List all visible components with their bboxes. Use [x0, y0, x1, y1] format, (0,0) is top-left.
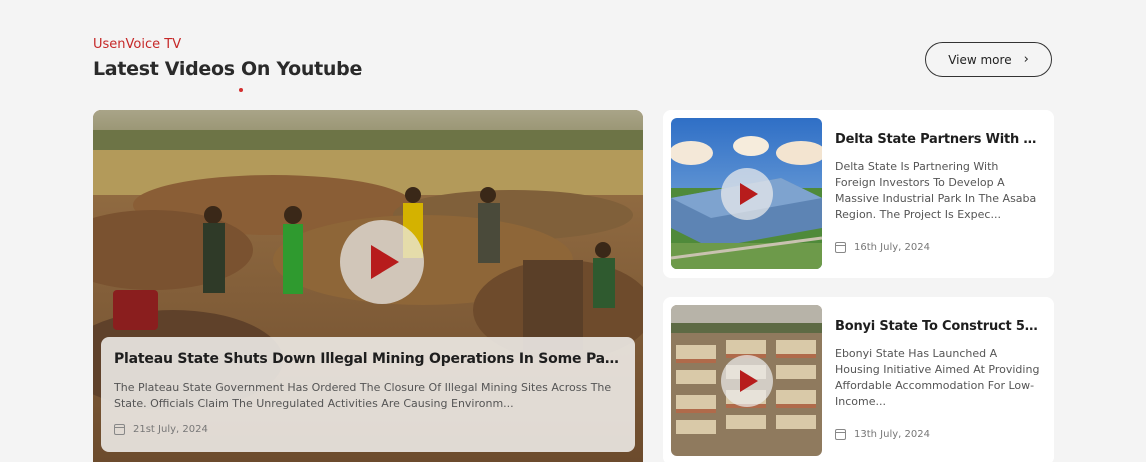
play-button[interactable] [340, 220, 424, 304]
play-icon [740, 183, 758, 205]
section-title: Latest Videos On Youtube [93, 58, 363, 80]
chevron-right-icon: › [1023, 52, 1029, 67]
video-thumbnail [671, 305, 822, 456]
calendar-icon [114, 424, 125, 435]
video-title: Delta State Partners With Fore... [835, 132, 1043, 147]
video-card[interactable]: Delta State Partners With Fore... Delta … [663, 110, 1054, 278]
video-date: 16th July, 2024 [854, 242, 930, 253]
play-icon [740, 370, 758, 392]
play-icon [371, 245, 399, 279]
video-card[interactable]: Bonyi State To Construct 500... Ebonyi S… [663, 297, 1054, 462]
play-button[interactable] [721, 355, 773, 407]
featured-description: The Plateau State Government Has Ordered… [114, 381, 612, 410]
view-more-label: View more [948, 52, 1012, 67]
view-more-button[interactable]: View more › [925, 42, 1052, 77]
featured-title: Plateau State Shuts Down Illegal Mining … [114, 351, 622, 367]
calendar-icon [835, 242, 846, 253]
calendar-icon [835, 429, 846, 440]
featured-date-row: 21st July, 2024 [114, 424, 622, 435]
section-eyebrow: UsenVoice TV [93, 37, 182, 52]
featured-date: 21st July, 2024 [133, 424, 208, 435]
video-description: Ebonyi State Has Launched A Housing Init… [835, 347, 1040, 408]
video-date-row: 16th July, 2024 [835, 242, 930, 253]
featured-caption: Plateau State Shuts Down Illegal Mining … [101, 337, 635, 452]
play-button[interactable] [721, 168, 773, 220]
video-date: 13th July, 2024 [854, 429, 930, 440]
featured-video-card[interactable]: Plateau State Shuts Down Illegal Mining … [93, 110, 643, 462]
video-date-row: 13th July, 2024 [835, 429, 930, 440]
title-accent-dot [239, 88, 243, 92]
video-thumbnail [671, 118, 822, 269]
video-description: Delta State Is Partnering With Foreign I… [835, 160, 1037, 221]
video-title: Bonyi State To Construct 500... [835, 319, 1043, 334]
